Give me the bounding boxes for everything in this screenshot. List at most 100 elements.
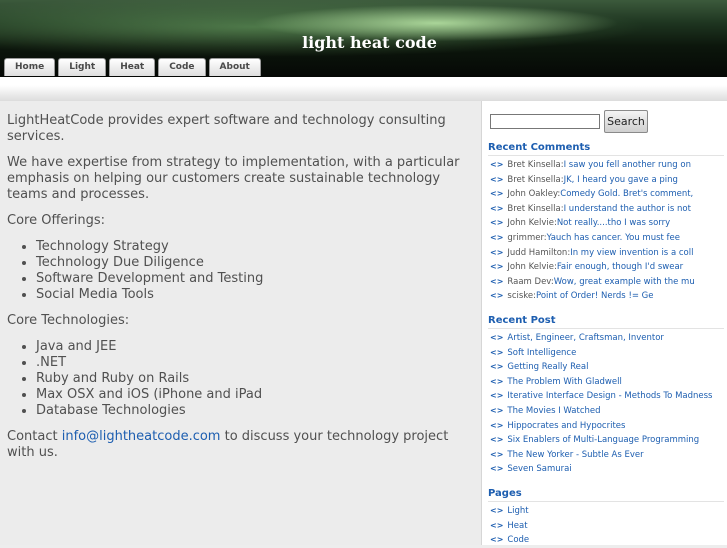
- page-link-heat[interactable]: Heat: [507, 521, 527, 531]
- contact-email-link[interactable]: info@lightheatcode.com: [62, 429, 221, 444]
- technologies-list: Java and JEE .NET Ruby and Ruby on Rails…: [7, 339, 462, 419]
- comment-author: Bret Kinsella:: [507, 203, 564, 214]
- list-item: <> Seven Samurai: [490, 462, 726, 477]
- list-item: Technology Due Diligence: [36, 255, 462, 271]
- list-item: <> Bret Kinsella:I saw you fell another r…: [490, 158, 726, 173]
- post-link[interactable]: The Movies I Watched: [507, 406, 600, 416]
- list-item: <> Hippocrates and Hypocrites: [490, 419, 726, 434]
- list-item: <> Iterative Interface Design - Methods T…: [490, 389, 726, 404]
- tab-light[interactable]: Light: [58, 58, 107, 76]
- bullet-icon: <>: [490, 420, 504, 430]
- bullet-icon: <>: [490, 391, 504, 401]
- bullet-icon: <>: [490, 232, 504, 242]
- bullet-icon: <>: [490, 203, 504, 213]
- recent-comments-heading: Recent Comments: [488, 142, 724, 156]
- list-item: Max OSX and iOS (iPhone and iPad: [36, 387, 462, 403]
- bullet-icon: <>: [490, 464, 504, 474]
- comment-author: John Kelvie:: [507, 262, 557, 273]
- site-title[interactable]: light heat code: [6, 33, 727, 52]
- comment-author: sciske:: [507, 291, 537, 302]
- page-link-light[interactable]: Light: [507, 506, 528, 516]
- tab-code[interactable]: Code: [158, 58, 206, 76]
- recent-posts-heading: Recent Post: [488, 315, 724, 329]
- comment-link[interactable]: Comedy Gold. Bret's comment,: [560, 189, 693, 199]
- post-link[interactable]: Soft Intelligence: [507, 348, 576, 358]
- main-nav: Home Light Heat Code About: [4, 58, 264, 76]
- site-header: light heat code Home Light Heat Code Abo…: [0, 0, 727, 77]
- list-item: <> Six Enablers of Multi-Language Program…: [490, 433, 726, 448]
- list-item: <> Light: [490, 504, 726, 519]
- comment-author: Raam Dev:: [507, 276, 554, 287]
- list-item: <> Judd Hamilton:In my view invention is …: [490, 246, 726, 261]
- tab-heat[interactable]: Heat: [109, 58, 156, 76]
- list-item: Software Development and Testing: [36, 271, 462, 287]
- bullet-icon: <>: [490, 276, 504, 286]
- post-link[interactable]: Seven Samurai: [507, 464, 571, 474]
- tab-about[interactable]: About: [208, 58, 261, 76]
- post-link[interactable]: The New Yorker - Subtle As Ever: [507, 450, 643, 460]
- offerings-heading: Core Offerings:: [7, 213, 106, 228]
- list-item: Ruby and Ruby on Rails: [36, 371, 462, 387]
- bullet-icon: <>: [490, 376, 504, 386]
- list-item: <> Soft Intelligence: [490, 346, 726, 361]
- tab-home[interactable]: Home: [4, 58, 56, 76]
- post-link[interactable]: Artist, Engineer, Craftsman, Inventor: [507, 333, 664, 343]
- intro-paragraph: LightHeatCode provides expert software a…: [7, 113, 446, 144]
- comment-link[interactable]: Not really....tho I was sorry: [557, 218, 670, 228]
- bullet-icon: <>: [490, 449, 504, 459]
- bullet-icon: <>: [490, 247, 504, 257]
- post-link[interactable]: Six Enablers of Multi-Language Programmi…: [507, 435, 699, 445]
- list-item: <> grimmer:Yauch has cancer. You must fee: [490, 231, 726, 246]
- list-item: <> The Problem With Gladwell: [490, 375, 726, 390]
- comment-link[interactable]: Wow, great example with the mu: [554, 277, 695, 287]
- search-button[interactable]: Search: [604, 110, 648, 133]
- page-link-code[interactable]: Code: [507, 535, 529, 545]
- list-item: <> Bret Kinsella:JK, I heard you gave a p…: [490, 173, 726, 188]
- bullet-icon: <>: [490, 174, 504, 184]
- list-item: Java and JEE: [36, 339, 462, 355]
- list-item: <> John Oakley:Comedy Gold. Bret's commen…: [490, 187, 726, 202]
- bullet-icon: <>: [490, 218, 504, 228]
- bullet-icon: <>: [490, 160, 504, 169]
- comment-author: Bret Kinsella:: [507, 174, 564, 185]
- technologies-heading: Core Technologies:: [7, 313, 130, 328]
- comment-link[interactable]: Point of Order! Nerds != Ge: [536, 291, 653, 301]
- list-item: <> The Movies I Watched: [490, 404, 726, 419]
- list-item: Social Media Tools: [36, 287, 462, 303]
- comment-link[interactable]: In my view invention is a coll: [570, 248, 693, 258]
- recent-posts-list: <> Artist, Engineer, Craftsman, Inventor …: [490, 331, 726, 477]
- post-link[interactable]: The Problem With Gladwell: [507, 377, 621, 387]
- pages-list: <> Light <> Heat <> Code: [490, 504, 726, 548]
- list-item: <> Getting Really Real: [490, 360, 726, 375]
- comment-author: Judd Hamilton:: [507, 247, 571, 258]
- bullet-icon: <>: [490, 506, 504, 515]
- list-item: <> Heat: [490, 519, 726, 534]
- bullet-icon: <>: [490, 520, 504, 530]
- list-item: Technology Strategy: [36, 239, 462, 255]
- bullet-icon: <>: [490, 435, 504, 445]
- bullet-icon: <>: [490, 189, 504, 199]
- comment-link[interactable]: JK, I heard you gave a ping: [564, 175, 678, 185]
- list-item: <> Code: [490, 533, 726, 548]
- post-link[interactable]: Getting Really Real: [507, 362, 588, 372]
- comment-author: John Kelvie:: [507, 218, 557, 229]
- post-link[interactable]: Iterative Interface Design - Methods To …: [507, 391, 712, 401]
- contact-paragraph: Contact info@lightheatcode.com to discus…: [7, 429, 462, 461]
- comment-link[interactable]: Fair enough, though I'd swear: [557, 262, 683, 272]
- contact-prefix: Contact: [7, 429, 62, 444]
- post-link[interactable]: Hippocrates and Hypocrites: [507, 421, 625, 431]
- search-input[interactable]: [490, 114, 600, 129]
- comment-link[interactable]: I understand the author is not: [564, 204, 691, 214]
- comment-link[interactable]: Yauch has cancer. You must fee: [547, 233, 680, 243]
- list-item: <> John Kelvie:Fair enough, though I'd sw…: [490, 260, 726, 275]
- bullet-icon: <>: [490, 362, 504, 372]
- page-content: LightHeatCode provides expert software a…: [7, 113, 462, 471]
- offerings-list: Technology Strategy Technology Due Dilig…: [7, 239, 462, 303]
- bullet-icon: <>: [490, 262, 504, 272]
- bullet-icon: <>: [490, 291, 504, 301]
- comment-link[interactable]: I saw you fell another rung on: [564, 160, 691, 170]
- bullet-icon: <>: [490, 535, 504, 545]
- list-item: Database Technologies: [36, 403, 462, 419]
- list-item: <> The New Yorker - Subtle As Ever: [490, 448, 726, 463]
- comment-author: grimmer:: [507, 232, 547, 243]
